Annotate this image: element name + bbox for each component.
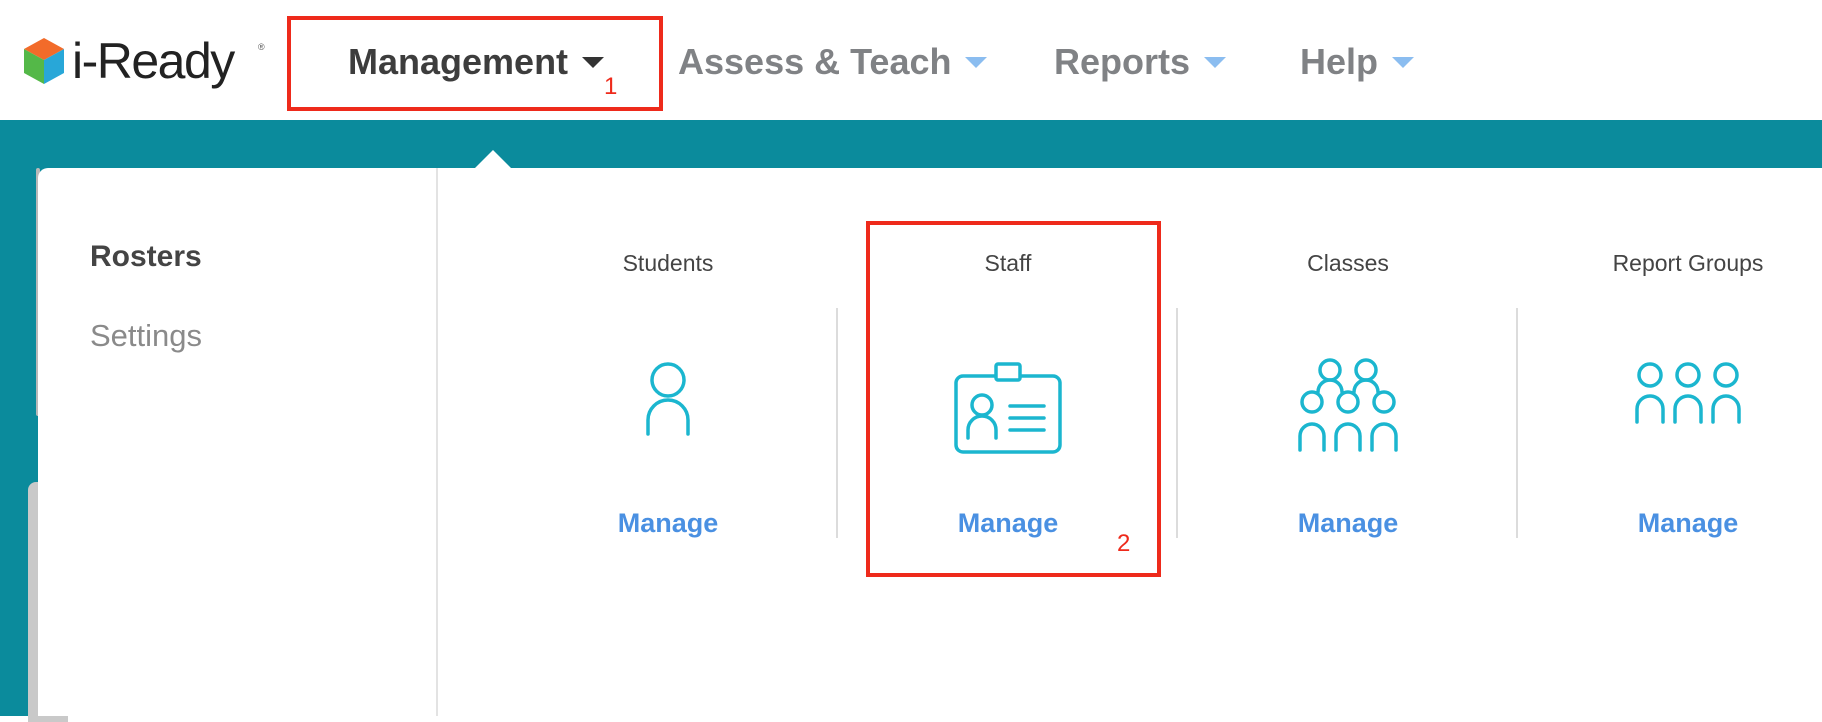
nav-reports[interactable]: Reports <box>1054 38 1227 86</box>
person-icon <box>646 362 690 436</box>
manage-report-groups-link[interactable]: Manage <box>1518 508 1822 539</box>
caret-down-icon <box>1392 56 1415 68</box>
sidebar-item-settings[interactable]: Settings <box>90 318 202 354</box>
nav-reports-label: Reports <box>1054 41 1191 82</box>
card-students-icon-wrap <box>498 358 838 458</box>
card-classes-icon-wrap <box>1178 358 1518 458</box>
annotation-number-1: 1 <box>604 73 618 100</box>
card-report-groups-title: Report Groups <box>1612 250 1764 276</box>
card-classes-title: Classes <box>1307 250 1389 276</box>
caret-down-icon <box>1204 56 1227 68</box>
annotation-box-2 <box>866 221 1161 577</box>
nav-help[interactable]: Help <box>1300 38 1415 86</box>
manage-students-link[interactable]: Manage <box>498 508 838 539</box>
card-report-groups: Report Groups Manage <box>1518 240 1822 560</box>
top-navigation-bar: i-Ready ® Management Assess & Teach Repo… <box>0 0 1822 120</box>
nav-help-label: Help <box>1300 41 1379 82</box>
card-students-title: Students <box>622 250 714 276</box>
manage-classes-link[interactable]: Manage <box>1178 508 1518 539</box>
nav-assess-teach[interactable]: Assess & Teach <box>678 38 988 86</box>
dropdown-pointer <box>474 150 512 169</box>
cube-logo-icon <box>24 38 64 84</box>
card-classes: Classes Manage <box>1178 240 1518 560</box>
group-icon <box>1298 358 1398 452</box>
caret-down-icon <box>965 56 988 68</box>
sidebar-divider <box>436 168 438 716</box>
people-row-icon <box>1635 362 1741 424</box>
sidebar-item-rosters[interactable]: Rosters <box>90 240 202 274</box>
annotation-number-2: 2 <box>1117 530 1131 557</box>
card-report-groups-icon-wrap <box>1518 358 1822 458</box>
logo-trademark: ® <box>258 42 265 52</box>
nav-assess-teach-label: Assess & Teach <box>678 41 952 82</box>
card-students: Students Manage <box>498 240 838 560</box>
logo-wordmark: i-Ready <box>72 33 235 89</box>
